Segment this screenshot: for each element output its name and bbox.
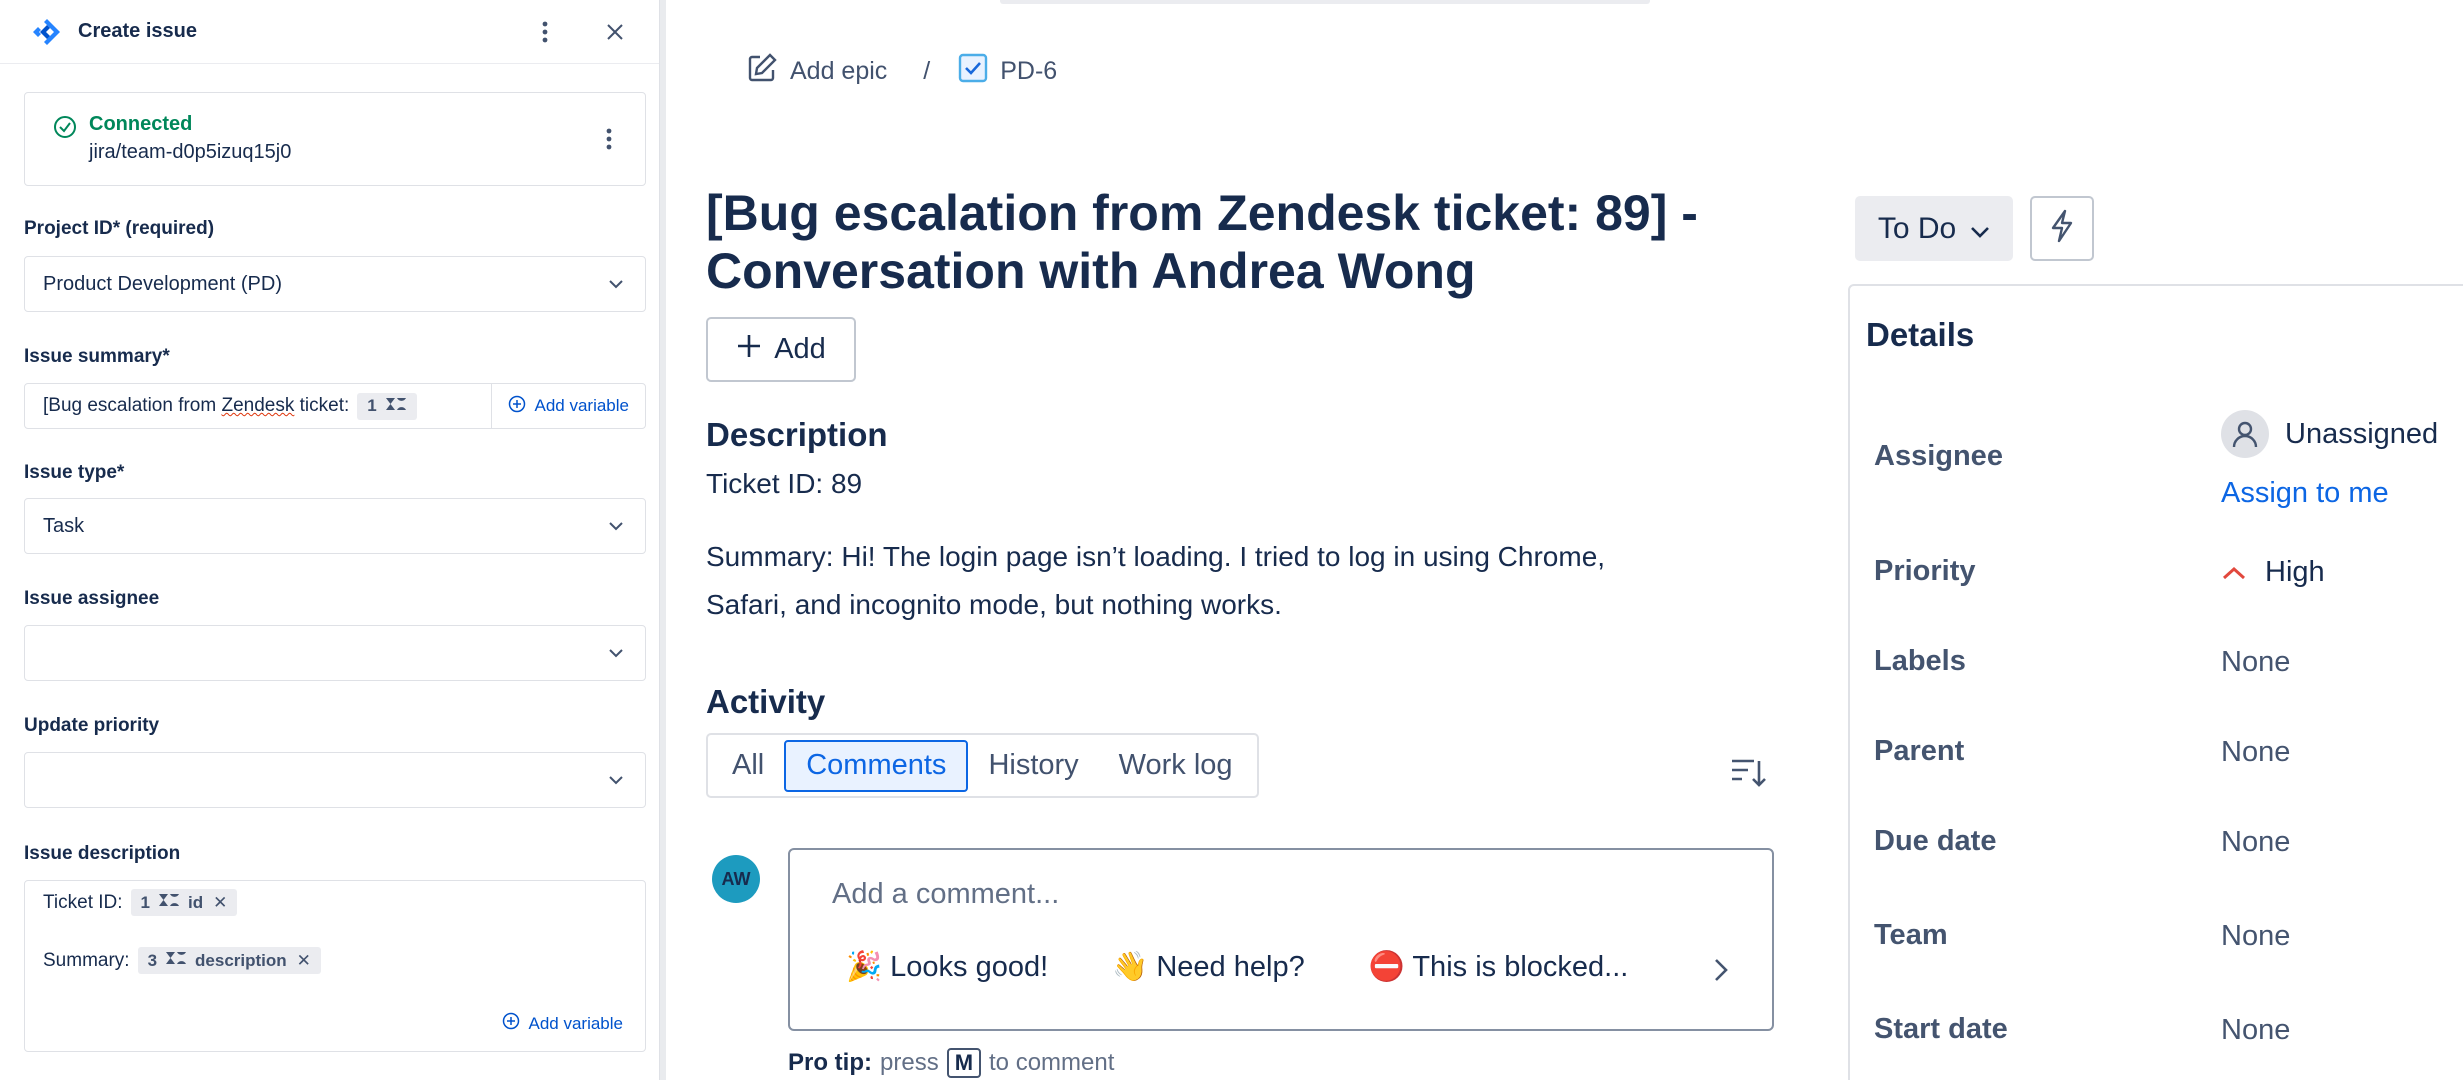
assignee-field-label: Assignee (1874, 440, 2003, 472)
chevron-down-icon (1970, 212, 1990, 246)
ticket-id-text: Ticket ID: 89 (706, 468, 863, 499)
quick-reply-blocked[interactable]: ⛔ This is blocked... (1369, 950, 1629, 984)
add-epic-link[interactable]: Add epic (746, 52, 887, 91)
start-date-field-label: Start date (1874, 1013, 2008, 1045)
shortcut-key: M (946, 1048, 982, 1078)
edit-icon (746, 52, 778, 91)
description-label: Issue description (24, 843, 181, 864)
tab-history[interactable]: History (968, 740, 1098, 792)
add-button[interactable]: Add (706, 317, 856, 382)
parent-field-label: Parent (1874, 735, 1965, 767)
summary-text: Summary: Hi! The login page isn’t loadin… (706, 541, 1606, 620)
plus-icon (736, 333, 762, 367)
tab-work-log[interactable]: Work log (1099, 740, 1253, 792)
quick-reply-need-help[interactable]: 👋 Need help? (1112, 950, 1305, 984)
chevron-down-icon (605, 769, 627, 791)
check-circle-icon (53, 115, 77, 144)
assign-to-me-link[interactable]: Assign to me (2221, 477, 2389, 510)
summary-label: Issue summary* (24, 346, 170, 367)
user-icon (2221, 410, 2269, 458)
breadcrumb-separator: / (923, 57, 931, 85)
connection-status: Connected (89, 113, 193, 135)
team-field-value[interactable]: None (2221, 920, 2290, 953)
chevron-down-icon (605, 273, 627, 295)
labels-field-value[interactable]: None (2221, 646, 2290, 679)
priority-field-value[interactable]: High (2221, 556, 2325, 589)
automation-button[interactable] (2030, 196, 2094, 261)
activity-tabs: All Comments History Work log (706, 733, 1259, 798)
panel-divider[interactable] (660, 0, 666, 1080)
issue-type-value: Task (43, 514, 85, 537)
top-scroll-indicator (1000, 0, 1650, 4)
description-line: Ticket ID: 1 id ✕ (43, 889, 238, 916)
description-input[interactable]: Ticket ID: 1 id ✕ Summary: 3 description… (24, 880, 646, 1052)
parent-field-value[interactable]: None (2221, 736, 2290, 769)
checkbox-icon (958, 53, 988, 90)
description-line: Summary: 3 description ✕ (43, 947, 321, 974)
create-issue-panel: Create issue Connected jira/team-d0p5izu… (0, 0, 660, 1080)
assignee-field-value[interactable]: Unassigned (2221, 410, 2438, 458)
remove-icon[interactable]: ✕ (297, 951, 311, 971)
jira-logo-icon (30, 15, 64, 49)
variable-pill[interactable]: 1 (357, 392, 417, 420)
summary-text: [Bug escalation from Zendesk ticket: (43, 395, 350, 416)
priority-select[interactable] (24, 752, 646, 808)
priority-field-label: Priority (1874, 555, 1976, 587)
details-heading: Details (1866, 316, 1975, 353)
more-vertical-icon[interactable] (525, 12, 565, 52)
add-variable-button[interactable]: Add variable (502, 1012, 623, 1035)
issue-type-label: Issue type* (24, 462, 125, 483)
sort-icon[interactable] (1730, 757, 1766, 794)
team-field-label: Team (1874, 919, 1948, 951)
assignee-select[interactable] (24, 625, 646, 681)
zendesk-icon (165, 950, 187, 971)
priority-label: Update priority (24, 715, 160, 736)
pro-tip: Pro tip: press M to comment (788, 1048, 1115, 1078)
chevron-down-icon (605, 642, 627, 664)
tab-comments[interactable]: Comments (784, 739, 969, 792)
assignee-label: Issue assignee (24, 588, 160, 609)
plus-circle-icon (508, 395, 526, 418)
comment-placeholder: Add a comment... (832, 878, 1060, 910)
issue-title[interactable]: [Bug escalation from Zendesk ticket: 89]… (706, 184, 1786, 300)
chevron-right-icon[interactable] (1714, 958, 1728, 987)
activity-heading: Activity (706, 683, 826, 720)
breadcrumb: Add epic / PD-6 (746, 52, 1057, 91)
summary-input[interactable]: [Bug escalation from Zendesk ticket: 1 A… (24, 383, 646, 429)
zendesk-icon (158, 892, 180, 913)
project-value: Product Development (PD) (43, 272, 282, 295)
zendesk-icon (385, 396, 407, 417)
bolt-icon (2049, 209, 2075, 248)
variable-pill[interactable]: 3 description ✕ (137, 947, 321, 974)
panel-title: Create issue (78, 20, 197, 42)
panel-header: Create issue (0, 0, 659, 64)
chevron-down-icon (605, 515, 627, 537)
plus-circle-icon (502, 1012, 520, 1035)
comment-input[interactable]: Add a comment... 🎉 Looks good! 👋 Need he… (788, 848, 1774, 1031)
project-select[interactable]: Product Development (PD) (24, 256, 646, 312)
status-dropdown[interactable]: To Do (1855, 196, 2013, 261)
details-panel (1848, 284, 2463, 1080)
close-icon[interactable] (595, 12, 635, 52)
labels-field-label: Labels (1874, 645, 1966, 677)
avatar[interactable]: AW (712, 855, 760, 903)
quick-reply-looks-good[interactable]: 🎉 Looks good! (846, 950, 1048, 984)
variable-pill[interactable]: 1 id ✕ (130, 889, 238, 916)
more-vertical-icon[interactable] (589, 119, 629, 159)
start-date-field-value[interactable]: None (2221, 1014, 2290, 1047)
due-date-field-label: Due date (1874, 825, 1997, 857)
priority-high-icon (2221, 556, 2247, 589)
connection-card: Connected jira/team-d0p5izuq15j0 (24, 92, 646, 186)
remove-icon[interactable]: ✕ (213, 893, 227, 913)
connection-path: jira/team-d0p5izuq15j0 (89, 141, 292, 163)
due-date-field-value[interactable]: None (2221, 826, 2290, 859)
description-heading: Description (706, 416, 888, 453)
issue-key-link[interactable]: PD-6 (958, 53, 1057, 90)
quick-replies: 🎉 Looks good! 👋 Need help? ⛔ This is blo… (846, 950, 1628, 984)
tab-all[interactable]: All (712, 740, 784, 792)
issue-type-select[interactable]: Task (24, 498, 646, 554)
project-label: Project ID* (required) (24, 218, 215, 239)
add-variable-button[interactable]: Add variable (491, 384, 645, 428)
